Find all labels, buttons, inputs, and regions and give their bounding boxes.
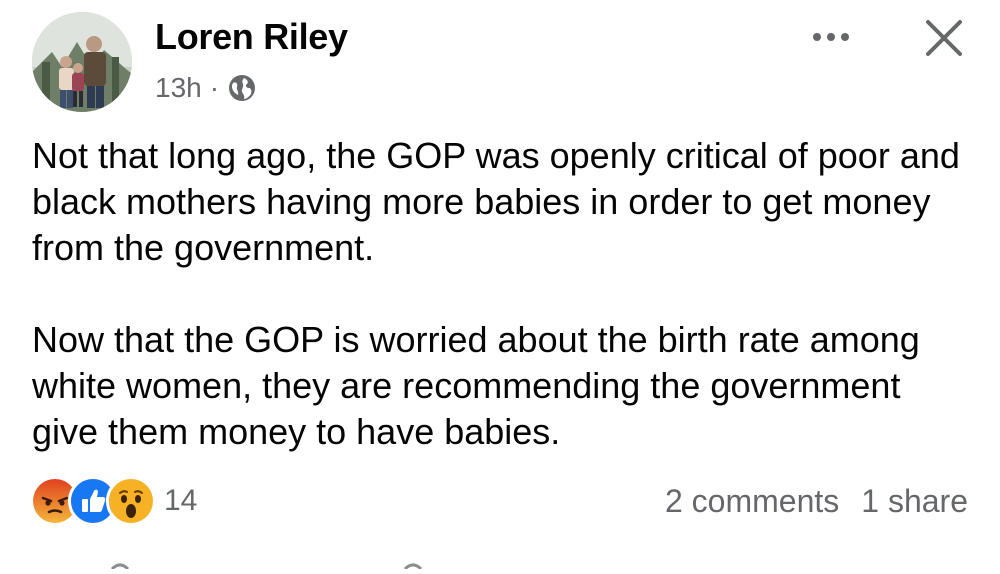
shares-count-link[interactable]: 1 share [861, 483, 968, 520]
post-paragraph: Now that the GOP is worried about the bi… [32, 319, 920, 452]
post-meta: 13h · [155, 68, 257, 108]
post-timestamp[interactable]: 13h [155, 72, 202, 104]
reactions-summary[interactable]: 14 [30, 476, 198, 526]
meta-separator: · [209, 72, 220, 103]
more-options-button[interactable] [808, 20, 854, 54]
engagement-stats: 2 comments 1 share [665, 478, 968, 524]
comments-count-link[interactable]: 2 comments [665, 483, 839, 520]
profile-avatar[interactable] [32, 12, 132, 112]
post-card: Loren Riley 13h · Not that long ago, the… [0, 0, 1000, 571]
action-bar-cutoff [0, 556, 1000, 571]
post-paragraph: Not that long ago, the GOP was openly cr… [32, 135, 960, 268]
wow-reaction-icon [106, 476, 156, 526]
close-icon [926, 20, 962, 56]
more-dots-icon [813, 33, 849, 41]
close-button[interactable] [918, 12, 970, 64]
author-name[interactable]: Loren Riley [155, 16, 348, 58]
reaction-count: 14 [164, 484, 198, 517]
globe-icon [227, 73, 257, 103]
post-body: Not that long ago, the GOP was openly cr… [32, 133, 972, 455]
